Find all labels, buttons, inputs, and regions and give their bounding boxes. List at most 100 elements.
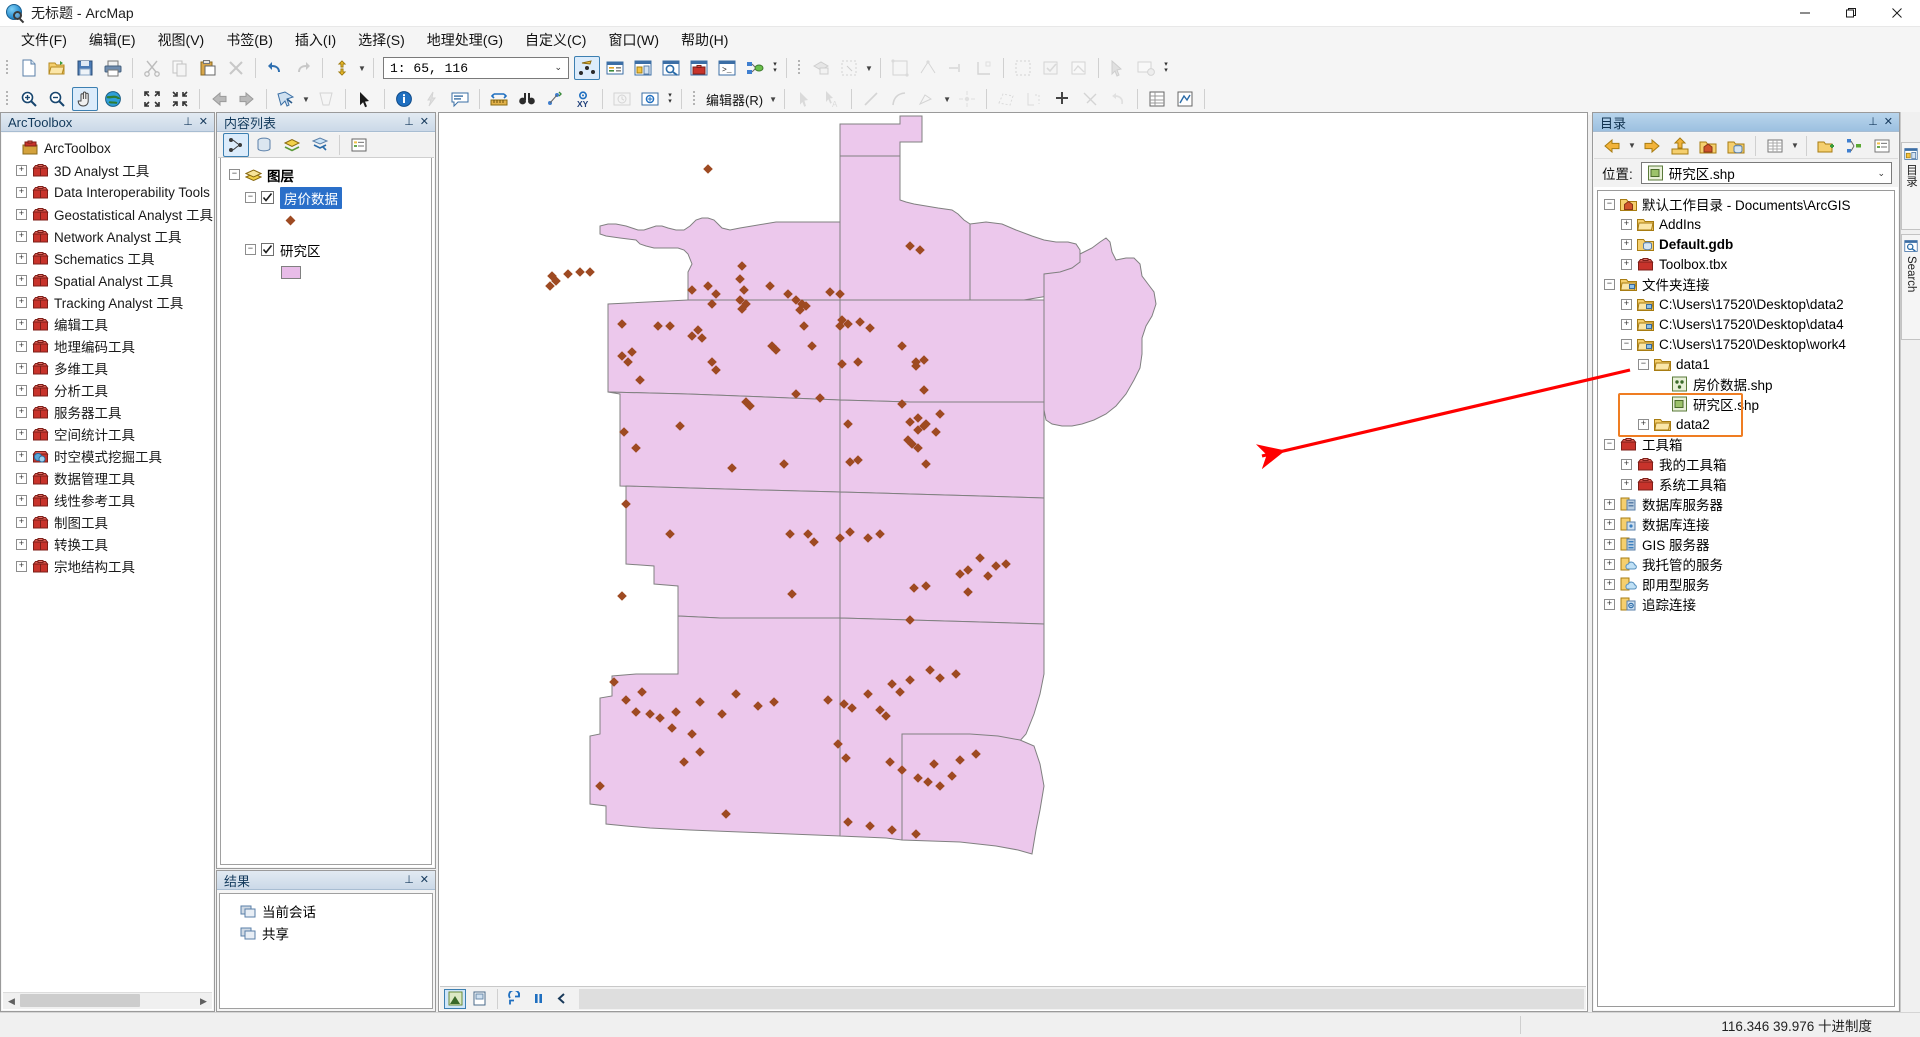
view-details-icon[interactable] bbox=[1762, 134, 1788, 158]
error-inspector-icon[interactable] bbox=[1038, 56, 1064, 80]
add-data-dropdown-icon[interactable]: ▼ bbox=[356, 56, 368, 80]
close-icon[interactable]: ✕ bbox=[199, 116, 208, 128]
measure-icon[interactable] bbox=[486, 87, 512, 111]
expand-icon[interactable]: + bbox=[16, 472, 27, 484]
clear-selection-icon[interactable] bbox=[1133, 56, 1159, 80]
editor-dropdown-icon[interactable]: ▼ bbox=[767, 87, 779, 111]
maximize-button[interactable] bbox=[1828, 0, 1874, 27]
search-window-icon[interactable] bbox=[658, 56, 684, 80]
expand-icon[interactable]: + bbox=[1604, 518, 1615, 530]
back-button[interactable] bbox=[551, 989, 573, 1009]
arctoolbox-item[interactable]: + Tracking Analyst 工具 bbox=[2, 291, 213, 313]
expand-icon[interactable]: + bbox=[16, 494, 27, 506]
arctoolbox-item[interactable]: +3D Analyst 工具 bbox=[2, 159, 213, 181]
create-viewer-window-icon[interactable] bbox=[637, 87, 663, 111]
side-tab-catalog[interactable]: 目录 bbox=[1901, 142, 1920, 230]
catalog-tree-item[interactable]: + C:\Users\17520\Desktop\data2 bbox=[1598, 294, 1894, 314]
curve-segment-icon[interactable] bbox=[886, 87, 912, 111]
expand-icon[interactable]: + bbox=[1604, 538, 1615, 550]
map-scale-input[interactable]: 1: 65, 116 ⌄ bbox=[383, 57, 569, 79]
catalog-tree-item[interactable]: + AddIns bbox=[1598, 214, 1894, 234]
edit-tool-arrow-icon[interactable] bbox=[791, 87, 817, 111]
open-icon[interactable] bbox=[44, 56, 70, 80]
menu-view[interactable]: 视图(V) bbox=[147, 27, 216, 53]
topology-edit-icon[interactable] bbox=[887, 56, 913, 80]
select-features-tool-icon[interactable] bbox=[1105, 56, 1131, 80]
expand-icon[interactable]: + bbox=[1604, 558, 1615, 570]
cut-icon[interactable] bbox=[139, 56, 165, 80]
reshape-edge-icon[interactable] bbox=[943, 56, 969, 80]
menu-customize[interactable]: 自定义(C) bbox=[514, 27, 597, 53]
list-by-visibility-icon[interactable] bbox=[279, 133, 305, 157]
back-arrow-icon[interactable] bbox=[1599, 134, 1625, 158]
expand-icon[interactable]: + bbox=[16, 538, 27, 550]
split-tool-icon[interactable] bbox=[1021, 87, 1047, 111]
arctoolbox-item[interactable]: + 转换工具 bbox=[2, 533, 213, 555]
save-icon[interactable] bbox=[72, 56, 98, 80]
results-item-current-session[interactable]: 当前会话 bbox=[220, 900, 432, 922]
expand-icon[interactable]: + bbox=[16, 274, 27, 286]
toc-layer-row-1[interactable]: − 研究区 bbox=[221, 238, 431, 261]
python-window-icon[interactable]: >_ bbox=[714, 56, 740, 80]
arctoolbox-item[interactable]: + 宗地结构工具 bbox=[2, 555, 213, 577]
catalog-tree-item[interactable]: + 我托管的服务 bbox=[1598, 554, 1894, 574]
expand-icon[interactable]: + bbox=[16, 516, 27, 528]
arctoolbox-item[interactable]: + 线性参考工具 bbox=[2, 489, 213, 511]
catalog-tree[interactable]: − 默认工作目录 - Documents\ArcGIS + AddIns + Defaul… bbox=[1597, 190, 1895, 1007]
menu-window[interactable]: 窗口(W) bbox=[597, 27, 670, 53]
validate-topology-icon[interactable] bbox=[1010, 56, 1036, 80]
pin-icon[interactable]: ⊥ bbox=[404, 116, 414, 128]
undo-edit-icon[interactable] bbox=[1105, 87, 1131, 111]
arctoolbox-item[interactable]: + 服务器工具 bbox=[2, 401, 213, 423]
expand-icon[interactable]: + bbox=[1638, 418, 1649, 430]
toggle-tree-icon[interactable] bbox=[1841, 134, 1867, 158]
find-route-icon[interactable] bbox=[542, 87, 568, 111]
menu-bookmarks[interactable]: 书签(B) bbox=[215, 27, 284, 53]
catalog-tree-item[interactable]: + 系统工具箱 bbox=[1598, 474, 1894, 494]
side-tab-search[interactable]: Search bbox=[1901, 234, 1920, 340]
catalog-tree-item[interactable]: + 我的工具箱 bbox=[1598, 454, 1894, 474]
expand-icon[interactable]: + bbox=[16, 186, 27, 198]
go-back-extent-icon[interactable] bbox=[206, 87, 232, 111]
expand-icon[interactable]: + bbox=[1621, 478, 1632, 490]
hscroll-thumb[interactable] bbox=[20, 993, 140, 1007]
intersect-icon[interactable] bbox=[1077, 87, 1103, 111]
arctoolbox-item[interactable]: + 数据管理工具 bbox=[2, 467, 213, 489]
collapse-icon[interactable]: − bbox=[1604, 278, 1615, 290]
expand-icon[interactable]: + bbox=[16, 450, 27, 462]
expand-icon[interactable]: + bbox=[16, 230, 27, 242]
layer-visibility-checkbox[interactable] bbox=[261, 243, 274, 256]
pin-icon[interactable]: ⊥ bbox=[183, 116, 193, 128]
catalog-tree-item[interactable]: − 默认工作目录 - Documents\ArcGIS bbox=[1598, 194, 1894, 214]
collapse-icon[interactable]: − bbox=[245, 192, 256, 203]
catalog-tree-item[interactable]: + C:\Users\17520\Desktop\data4 bbox=[1598, 314, 1894, 334]
toc-layer-row-0[interactable]: − 房价数据 bbox=[221, 186, 431, 209]
pan-hand-icon[interactable] bbox=[72, 87, 98, 111]
hyperlink-icon[interactable] bbox=[419, 87, 445, 111]
attributes-icon[interactable] bbox=[1144, 87, 1170, 111]
back-dropdown-icon[interactable]: ▼ bbox=[1626, 134, 1638, 158]
catalog-tree-item[interactable]: 房价数据.shp bbox=[1598, 374, 1894, 394]
straight-segment-icon[interactable] bbox=[858, 87, 884, 111]
catalog-tree-item[interactable]: + 数据库连接 bbox=[1598, 514, 1894, 534]
toolbar-grip[interactable] bbox=[4, 58, 12, 78]
identify-icon[interactable] bbox=[391, 87, 417, 111]
modify-edge-icon[interactable] bbox=[915, 56, 941, 80]
select-topology-icon[interactable] bbox=[836, 56, 862, 80]
menu-edit[interactable]: 编辑(E) bbox=[78, 27, 147, 53]
undo-icon[interactable] bbox=[262, 56, 288, 80]
cut-polygons-icon[interactable] bbox=[993, 87, 1019, 111]
menu-selection[interactable]: 选择(S) bbox=[347, 27, 416, 53]
list-by-selection-icon[interactable] bbox=[307, 133, 333, 157]
toc-layer-symbol-0[interactable] bbox=[221, 209, 431, 232]
modelbuilder-icon[interactable] bbox=[742, 56, 768, 80]
add-data-icon[interactable] bbox=[329, 56, 355, 80]
edit-annotation-icon[interactable]: A bbox=[819, 87, 845, 111]
arctoolbox-item[interactable]: + 分析工具 bbox=[2, 379, 213, 401]
menu-help[interactable]: 帮助(H) bbox=[670, 27, 739, 53]
catalog-options-icon[interactable] bbox=[1869, 134, 1895, 158]
layout-view-button[interactable] bbox=[468, 989, 490, 1009]
clear-selected-features-icon[interactable] bbox=[313, 87, 339, 111]
layer-visibility-checkbox[interactable] bbox=[261, 191, 274, 204]
collapse-icon[interactable]: − bbox=[229, 169, 240, 180]
